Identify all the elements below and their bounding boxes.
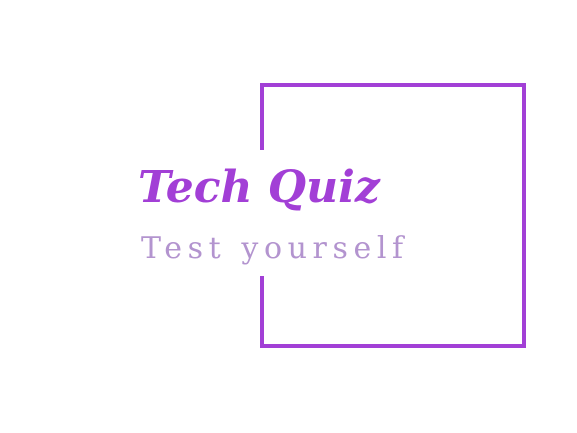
logo-canvas: Tech Quiz Test yourself xyxy=(0,0,577,433)
logo-title: Tech Quiz xyxy=(138,162,380,213)
logo-subtitle: Test yourself xyxy=(141,231,409,266)
